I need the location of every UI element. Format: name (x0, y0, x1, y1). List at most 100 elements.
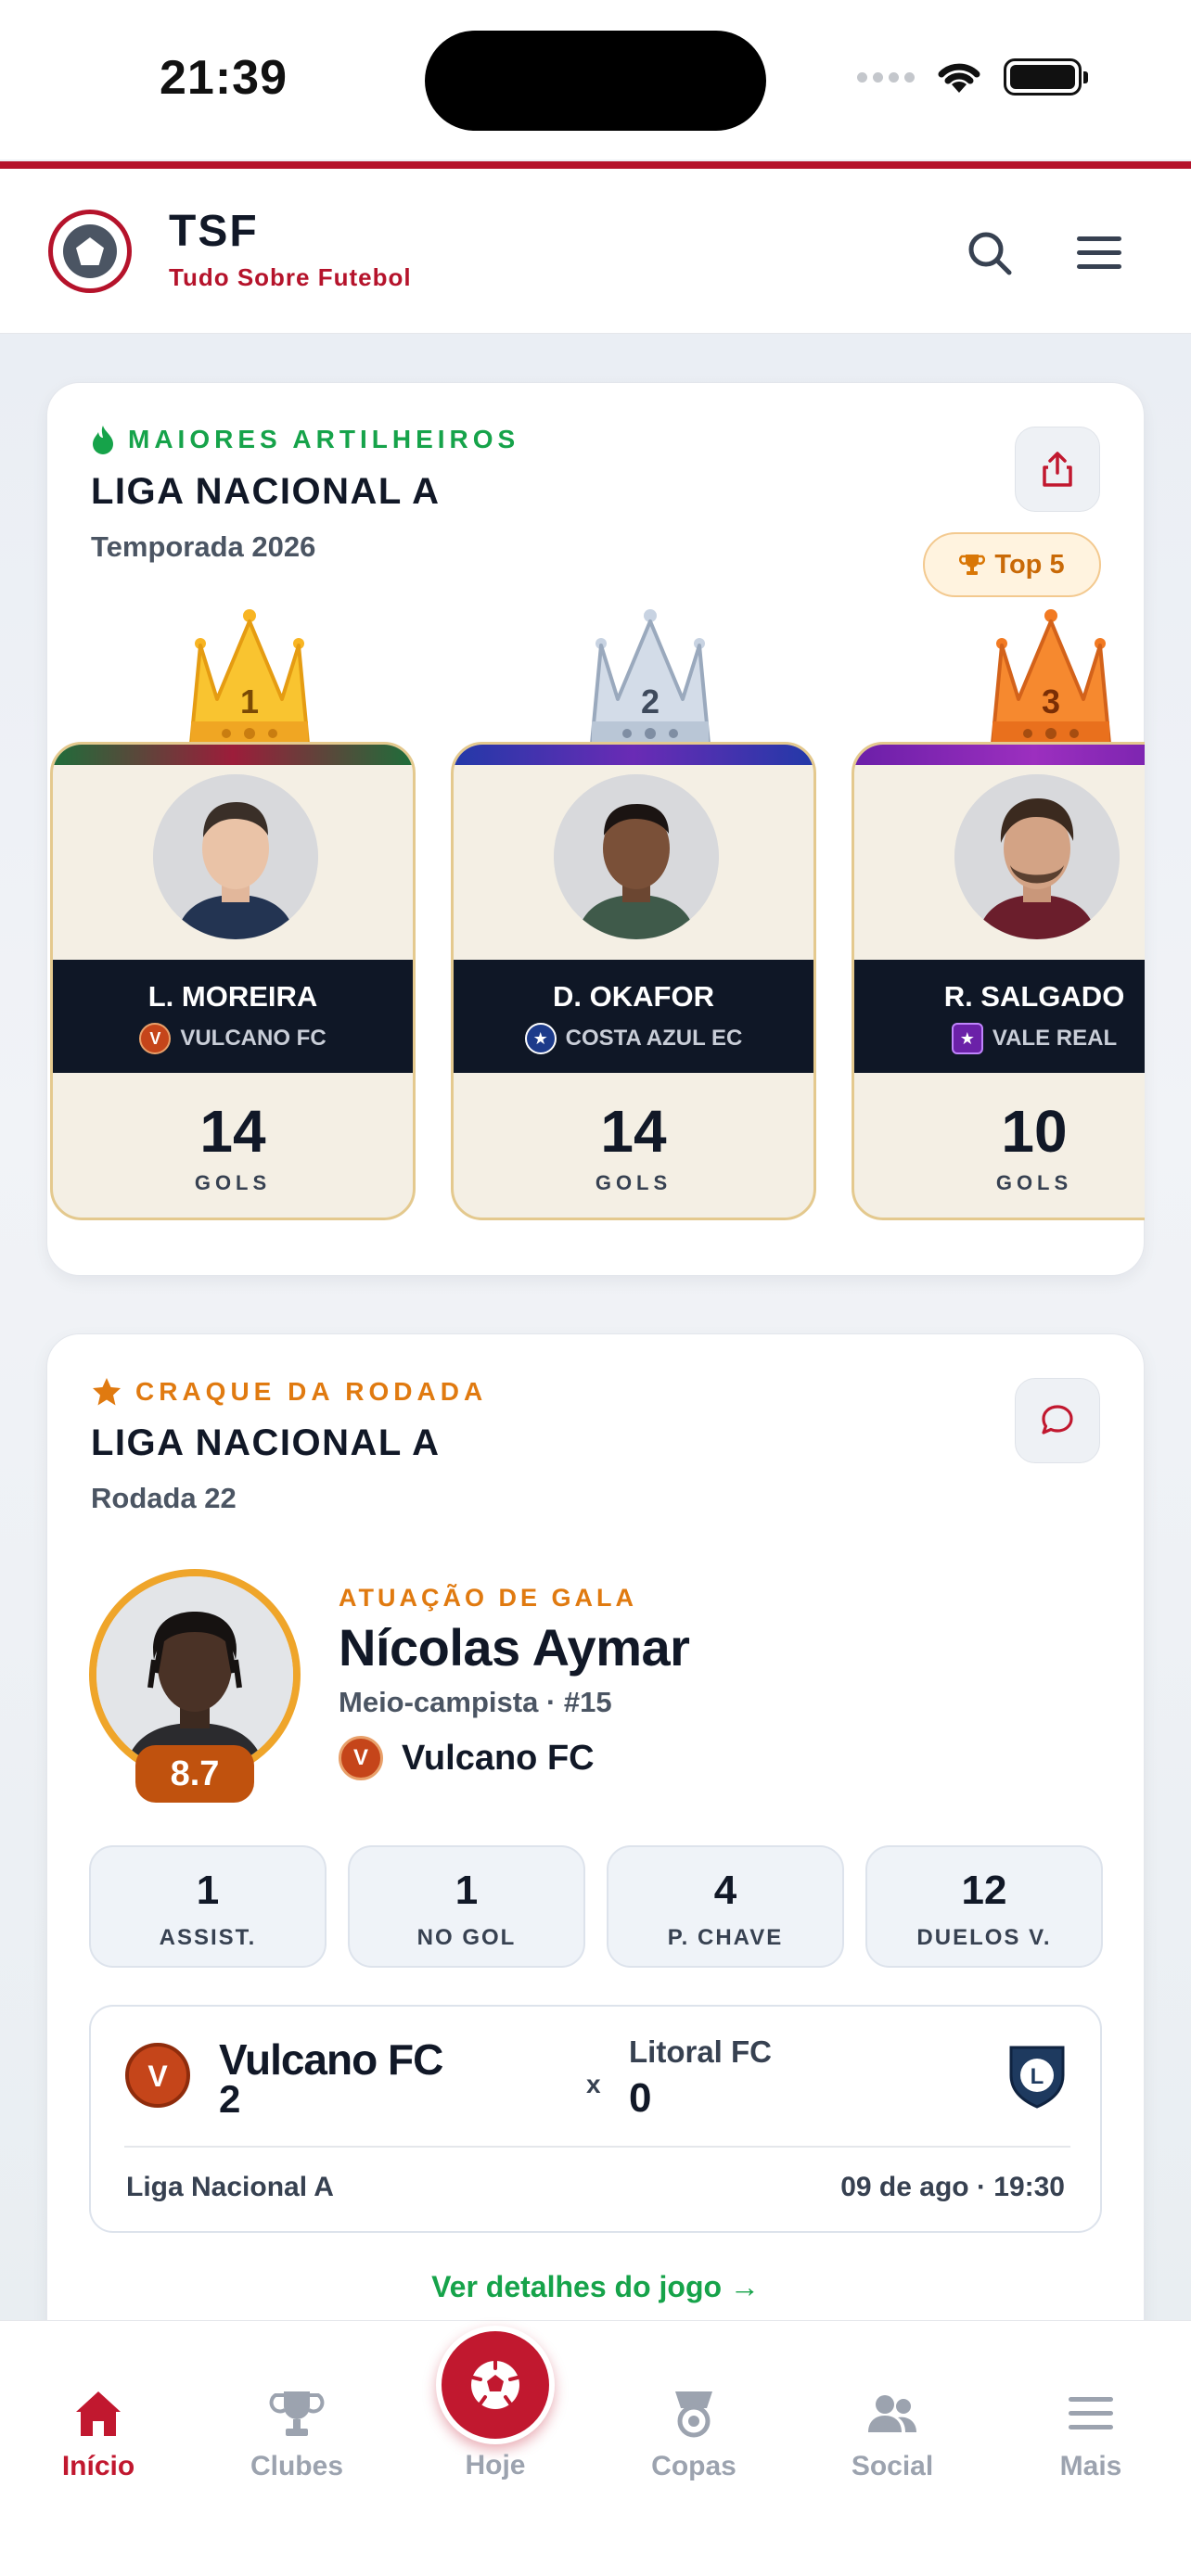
scorer-goals-label: GOLS (995, 1171, 1073, 1194)
share-button[interactable] (1015, 427, 1100, 512)
search-icon (968, 232, 1012, 275)
stat-value: 1 (455, 1868, 479, 1913)
svg-text:L: L (1031, 2064, 1044, 2089)
home-team-name: Vulcano FC (219, 2035, 443, 2084)
scorer-club: ★ COSTA AZUL EC (454, 1023, 813, 1054)
stat-shots-on-goal: 1 NO GOL (348, 1845, 585, 1968)
stat-value: 4 (713, 1868, 737, 1913)
scorer-name: L. MOREIRA (147, 980, 318, 1013)
share-icon (1043, 452, 1072, 487)
comments-button[interactable] (1015, 1378, 1100, 1463)
rank-3-label: 3 (1041, 682, 1061, 721)
player-name[interactable]: Nícolas Aymar (339, 1617, 690, 1677)
top-scorers-carousel[interactable]: L. MOREIRA V VULCANO FC 14 GOLS 1 D. OKA… (46, 603, 1145, 1233)
tab-more[interactable]: Mais (1017, 2321, 1165, 2506)
player-band (53, 960, 413, 1073)
stat-label: P. CHAVE (667, 1925, 784, 1950)
scorer-club-label: VULCANO FC (180, 1026, 327, 1051)
vale-real-crest-icon: ★ (951, 1023, 983, 1054)
match-details-link[interactable]: Ver detalhes do jogo → (0, 2270, 1191, 2304)
stat-label: DUELOS V. (916, 1925, 1052, 1950)
star-icon (93, 1378, 121, 1406)
top-scorers-kicker: MAIORES ARTILHEIROS (91, 425, 519, 454)
cellular-signal-icon (857, 71, 915, 83)
rating-badge: 8.7 (135, 1745, 254, 1803)
away-team-name: Litoral FC (629, 2034, 772, 2069)
scorer-club-label: VALE REAL (992, 1026, 1118, 1051)
menu-button[interactable] (1067, 221, 1132, 286)
player-of-round-kicker: CRAQUE DA RODADA (91, 1376, 487, 1408)
vulcano-crest-icon: V (124, 2042, 191, 2109)
stat-key-passes: 4 P. CHAVE (607, 1845, 844, 1968)
menu-icon (1069, 2397, 1113, 2429)
stat-label: ASSIST. (159, 1925, 257, 1950)
scorer-club-label: COSTA AZUL EC (565, 1026, 743, 1051)
tab-clubs[interactable]: Clubes (223, 2321, 371, 2506)
player-of-round-round: Rodada 22 (91, 1482, 237, 1514)
scorer-club: ★ VALE REAL (854, 1023, 1145, 1054)
player-band (854, 960, 1145, 1073)
tab-social[interactable]: Social (818, 2321, 967, 2506)
scorer-goals: 10 (1001, 1098, 1068, 1165)
battery-icon (1004, 58, 1088, 96)
stat-value: 1 (196, 1868, 220, 1913)
trophy-icon (269, 2391, 325, 2436)
trophy-icon (959, 555, 986, 575)
logo-icon[interactable] (48, 210, 132, 293)
dynamic-island (425, 31, 766, 131)
bottom-tab-bar: Início Clubes Copas Social Mais (0, 2320, 1191, 2576)
scorer-goals-label: GOLS (194, 1171, 272, 1194)
tab-label: Mais (1059, 2451, 1122, 2481)
brand-tagline: Tudo Sobre Futebol (169, 263, 412, 291)
scorer-card-2[interactable]: D. OKAFOR ★ COSTA AZUL EC 14 GOLS (451, 742, 816, 1220)
status-time: 21:39 (160, 51, 288, 105)
vulcano-crest-icon: V (339, 1736, 383, 1780)
search-button[interactable] (957, 221, 1022, 286)
score-separator: x (586, 2070, 601, 2098)
scorer-card-3[interactable]: R. SALGADO ★ VALE REAL 10 GOLS (852, 742, 1145, 1220)
costa-azul-crest-icon: ★ (524, 1023, 557, 1054)
flame-icon (93, 426, 113, 454)
tab-today[interactable] (436, 2326, 555, 2444)
match-competition: Liga Nacional A (126, 2172, 334, 2202)
soccer-ball-icon (471, 2359, 519, 2409)
stat-value: 12 (961, 1868, 1007, 1913)
top-5-badge[interactable]: Top 5 (923, 532, 1101, 597)
scorer-name: R. SALGADO (943, 980, 1125, 1013)
tab-label: Copas (651, 2451, 736, 2481)
status-icons (857, 57, 1088, 96)
player-of-round-league: LIGA NACIONAL A (91, 1422, 441, 1463)
chat-bubble-icon (1042, 1405, 1073, 1435)
away-team-score: 0 (629, 2075, 652, 2121)
rank-1-label: 1 (239, 682, 260, 721)
player-club[interactable]: V Vulcano FC (339, 1736, 595, 1780)
tab-cups[interactable]: Copas (620, 2321, 768, 2506)
app-header: TSF Tudo Sobre Futebol (0, 169, 1191, 334)
stat-label: NO GOL (416, 1925, 517, 1950)
home-team-score: 2 (219, 2077, 241, 2121)
tab-today-label: Hoje (465, 2450, 526, 2480)
scorer-club: V VULCANO FC (53, 1023, 413, 1054)
scorer-goals-label: GOLS (595, 1171, 672, 1194)
player-photo (954, 774, 1120, 939)
litoral-crest-icon: L (1004, 2042, 1070, 2109)
wifi-icon (938, 63, 980, 93)
match-datetime: 09 de ago · 19:30 (840, 2172, 1065, 2202)
home-icon (76, 2391, 121, 2436)
scorer-card-1[interactable]: L. MOREIRA V VULCANO FC 14 GOLS (50, 742, 416, 1220)
hamburger-icon (1077, 236, 1121, 269)
player-photo (554, 774, 719, 939)
scorer-goals: 14 (199, 1098, 266, 1165)
kicker-label: MAIORES ARTILHEIROS (128, 425, 520, 453)
top-scorers-league: LIGA NACIONAL A (91, 471, 441, 512)
player-club-label: Vulcano FC (402, 1738, 595, 1778)
svg-text:V: V (147, 2060, 168, 2093)
tab-home[interactable]: Início (24, 2321, 173, 2506)
tab-label: Início (61, 2451, 135, 2481)
medal-icon (675, 2391, 712, 2438)
top-5-label: Top 5 (994, 549, 1065, 580)
player-band (454, 960, 813, 1073)
status-bar: 21:39 (0, 0, 1191, 159)
scorer-name: D. OKAFOR (553, 980, 714, 1013)
match-summary-card[interactable]: V Vulcano FC 2 x Litoral FC 0 L Liga Nac… (89, 2005, 1102, 2233)
